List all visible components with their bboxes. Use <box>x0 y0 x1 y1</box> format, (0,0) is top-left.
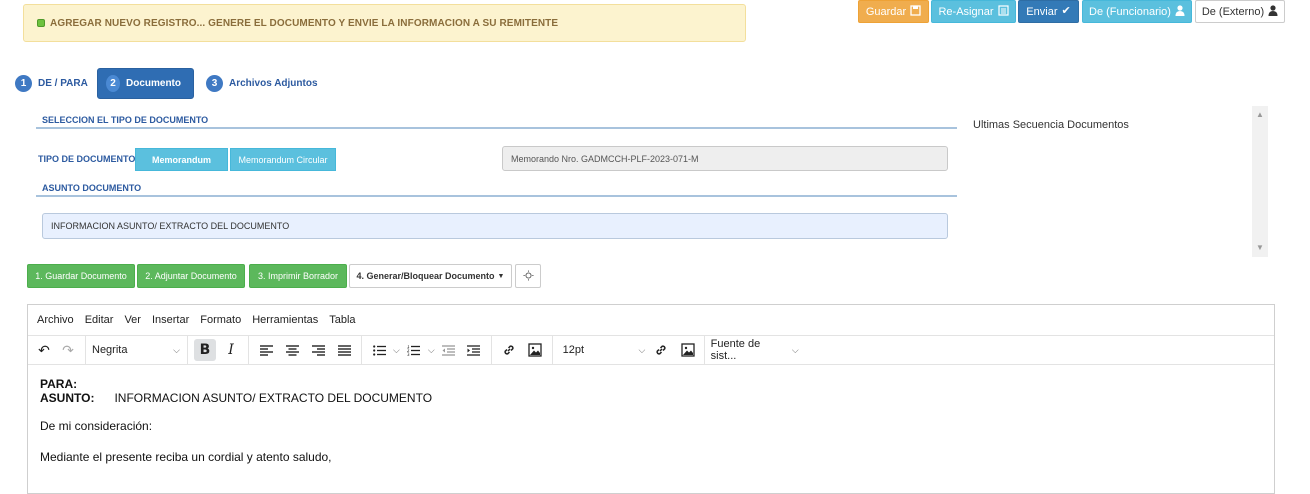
asunto-text: INFORMACION ASUNTO/ EXTRACTO DEL DOCUMEN… <box>114 391 433 405</box>
tab-documento[interactable]: 2 Documento <box>97 68 194 99</box>
de-externo-label: De (Externo) <box>1201 5 1265 18</box>
menu-herramientas[interactable]: Herramientas <box>252 314 318 326</box>
align-justify-icon[interactable] <box>333 339 355 361</box>
font-family-value: Fuente de sist... <box>710 338 761 362</box>
user-icon <box>1268 4 1278 19</box>
step-label: Documento <box>126 78 181 89</box>
step-number: 1 <box>15 75 32 92</box>
side-scrollbar[interactable]: ▲ ▼ <box>1252 106 1268 257</box>
align-center-icon[interactable] <box>281 339 303 361</box>
body-text: Mediante el presente reciba un cordial y… <box>40 450 332 464</box>
block-format-value: Negrita <box>92 344 128 356</box>
font-family-select[interactable]: Fuente de sist... ⌵ <box>711 338 799 362</box>
step-number: 3 <box>206 75 223 92</box>
editor-toolbar: ↶ ↷ Negrita ⌵ B I ⌵ 1 2 3 ⌵ 12pt ⌵ Fuent… <box>28 335 1274 365</box>
imprimir-borrador-button[interactable]: 3. Imprimir Borrador <box>249 264 347 288</box>
section-title-tipo: SELECCION EL TIPO DE DOCUMENTO <box>42 115 209 125</box>
de-funcionario-button[interactable]: De (Funcionario) <box>1082 0 1192 23</box>
chevron-down-icon: ⌵ <box>791 344 799 355</box>
chevron-down-icon: ⌵ <box>173 344 180 355</box>
link-icon[interactable] <box>651 339 671 361</box>
tipo-memorandum-button[interactable]: Memorandum <box>135 148 228 171</box>
section-title-asunto: ASUNTO DOCUMENTO <box>42 183 142 193</box>
menu-editar[interactable]: Editar <box>85 314 114 326</box>
section-divider <box>36 127 957 129</box>
tipo-memorandum-circular-button[interactable]: Memorandum Circular <box>230 148 336 171</box>
step-label: Archivos Adjuntos <box>229 78 318 89</box>
chevron-down-icon[interactable]: ⌵ <box>393 345 400 356</box>
align-right-icon[interactable] <box>307 339 329 361</box>
step-number: 2 <box>106 75 120 92</box>
indent-icon[interactable] <box>463 339 485 361</box>
menu-insertar[interactable]: Insertar <box>152 314 189 326</box>
user-icon <box>1175 4 1185 19</box>
greeting-text: De mi consideración: <box>40 419 153 433</box>
menu-ver[interactable]: Ver <box>124 314 141 326</box>
scroll-up-icon[interactable]: ▲ <box>1256 110 1264 119</box>
guardar-button[interactable]: Guardar <box>858 0 929 23</box>
info-alert: AGREGAR NUEVO REGISTRO... GENERE EL DOCU… <box>23 4 746 42</box>
asunto-label: ASUNTO: <box>40 391 95 405</box>
asunto-line: ASUNTO: INFORMACION ASUNTO/ EXTRACTO DEL… <box>40 391 432 405</box>
editor-menubar: Archivo Editar Ver Insertar Formato Herr… <box>28 305 1274 335</box>
step-label: DE / PARA <box>38 78 88 89</box>
list-alt-icon <box>997 4 1009 19</box>
font-size-value: 12pt <box>562 344 585 356</box>
de-externo-button[interactable]: De (Externo) <box>1195 0 1285 23</box>
asunto-input[interactable]: INFORMACION ASUNTO/ EXTRACTO DEL DOCUMEN… <box>42 213 948 239</box>
caret-down-icon: ▼ <box>497 272 505 280</box>
rich-text-editor: Archivo Editar Ver Insertar Formato Herr… <box>27 304 1275 494</box>
tipo-documento-label: TIPO DE DOCUMENTO <box>38 154 136 164</box>
font-size-select[interactable]: 12pt ⌵ <box>563 344 646 356</box>
block-format-select[interactable]: Negrita ⌵ <box>92 344 180 356</box>
enviar-button[interactable]: Enviar ✔ <box>1018 0 1079 23</box>
check-icon: ✔ <box>1061 5 1071 17</box>
guardar-label: Guardar <box>865 5 907 18</box>
adjuntar-documento-button[interactable]: 2. Adjuntar Documento <box>137 264 245 288</box>
section-divider <box>36 195 957 197</box>
settings-button[interactable] <box>515 264 541 288</box>
redo-icon[interactable]: ↷ <box>57 339 79 361</box>
italic-icon[interactable]: I <box>220 339 242 361</box>
numbered-list-icon[interactable]: 123 <box>403 339 425 361</box>
para-label: PARA: <box>40 377 78 391</box>
chevron-down-icon: ⌵ <box>638 344 646 355</box>
chevron-down-icon[interactable]: ⌵ <box>428 345 435 356</box>
tab-de-para[interactable]: 1 DE / PARA <box>15 68 88 99</box>
reasignar-label: Re-Asignar <box>938 5 994 18</box>
de-funcionario-label: De (Funcionario) <box>1089 5 1171 18</box>
secuencia-field: Memorando Nro. GADMCCH-PLF-2023-071-M <box>502 146 948 171</box>
guardar-documento-button[interactable]: 1. Guardar Documento <box>27 264 135 288</box>
scroll-down-icon[interactable]: ▼ <box>1256 243 1264 252</box>
bullet-list-icon[interactable] <box>368 339 390 361</box>
editor-content[interactable]: PARA: ASUNTO: INFORMACION ASUNTO/ EXTRAC… <box>40 377 432 464</box>
undo-icon[interactable]: ↶ <box>33 339 55 361</box>
menu-tabla[interactable]: Tabla <box>329 314 355 326</box>
sun-icon <box>523 270 534 283</box>
image-icon[interactable] <box>677 339 697 361</box>
generar-documento-dropdown[interactable]: 4. Generar/Bloquear Documento ▼ <box>349 264 512 288</box>
save-icon <box>910 4 921 19</box>
link-icon[interactable] <box>498 339 520 361</box>
enviar-label: Enviar <box>1026 5 1058 18</box>
generar-label: 4. Generar/Bloquear Documento <box>356 271 495 281</box>
status-square-icon <box>37 19 45 27</box>
ultimas-secuencia-title: Ultimas Secuencia Documentos <box>973 119 1129 131</box>
align-left-icon[interactable] <box>255 339 277 361</box>
menu-formato[interactable]: Formato <box>200 314 241 326</box>
svg-text:3: 3 <box>407 352 410 356</box>
bold-icon[interactable]: B <box>194 339 216 361</box>
outdent-icon[interactable] <box>438 339 460 361</box>
tab-archivos-adjuntos[interactable]: 3 Archivos Adjuntos <box>206 68 318 99</box>
image-icon[interactable] <box>524 339 546 361</box>
alert-text: AGREGAR NUEVO REGISTRO... GENERE EL DOCU… <box>50 17 559 29</box>
reasignar-button[interactable]: Re-Asignar <box>931 0 1016 23</box>
menu-archivo[interactable]: Archivo <box>37 314 74 326</box>
